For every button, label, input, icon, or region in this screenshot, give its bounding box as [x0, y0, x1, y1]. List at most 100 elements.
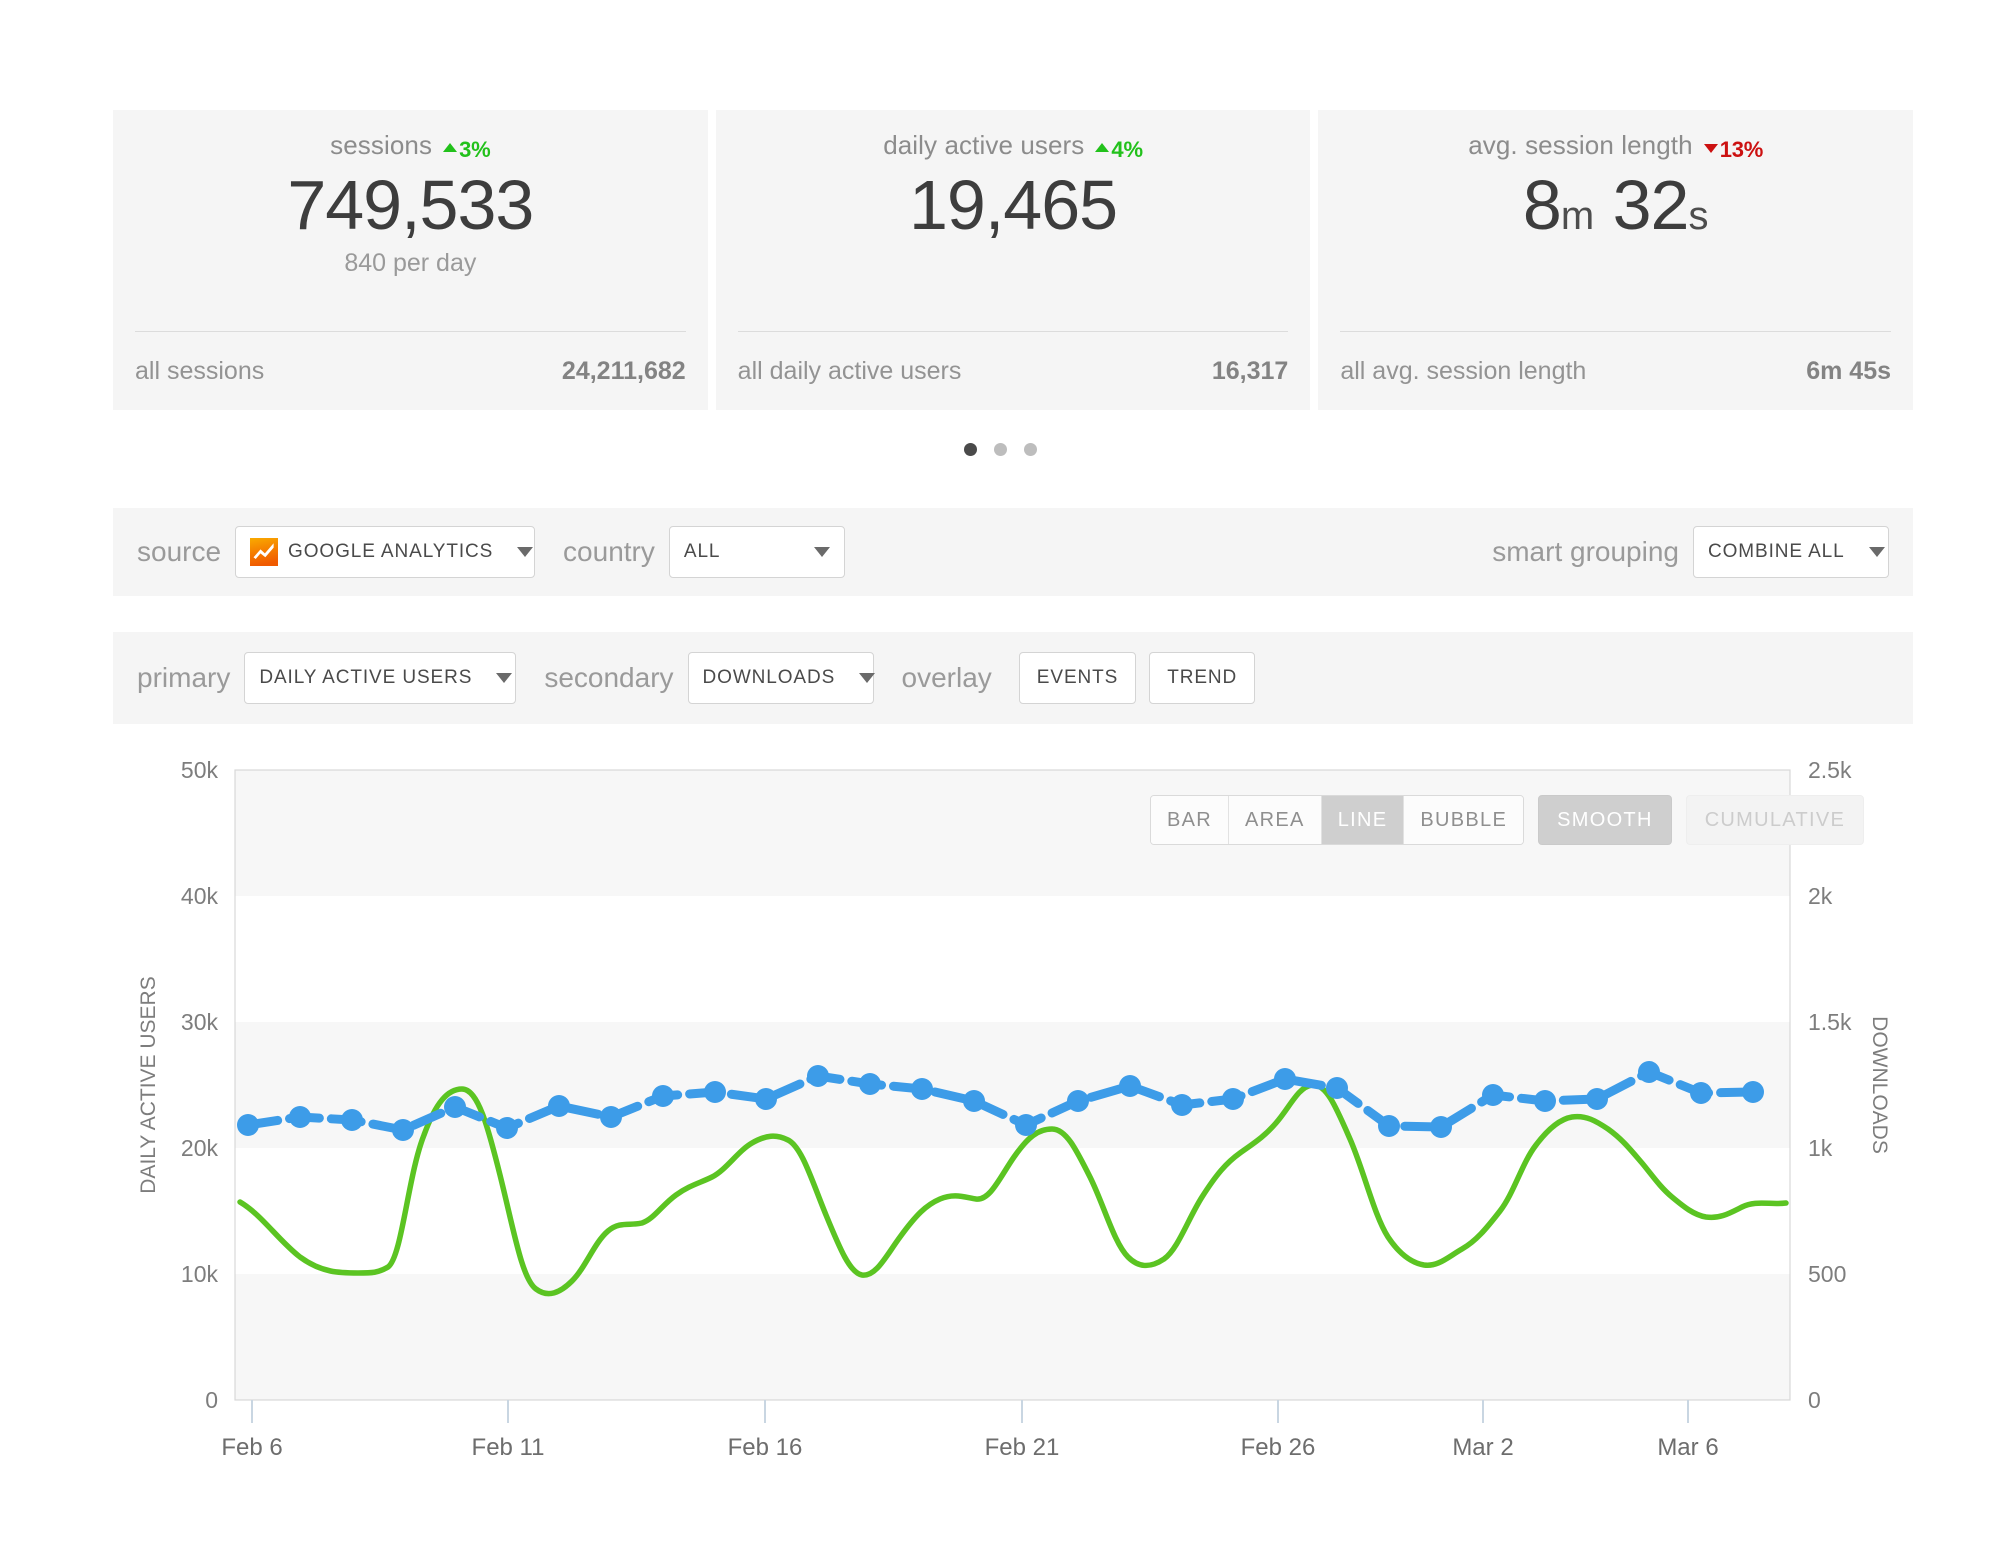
kpi-title-line: sessions 3% — [330, 130, 491, 163]
svg-text:30k: 30k — [181, 1009, 219, 1035]
svg-text:Mar 2: Mar 2 — [1452, 1434, 1513, 1461]
chart-smooth-toggle[interactable]: SMOOTH — [1538, 795, 1672, 845]
kpi-delta-badge: 4% — [1095, 136, 1143, 163]
svg-text:2.5k: 2.5k — [1808, 757, 1852, 783]
secondary-label: secondary — [544, 662, 674, 693]
kpi-value-seconds: 32 — [1612, 165, 1690, 244]
chart-y-axis-right-title: DOWNLOADS — [1868, 1016, 1891, 1154]
chart-cumulative-toggle[interactable]: CUMULATIVE — [1685, 795, 1865, 845]
svg-text:Feb 26: Feb 26 — [1241, 1434, 1316, 1461]
metrics-filter-bar: primary DAILY ACTIVE USERS secondary DOW… — [113, 632, 1913, 724]
kpi-footer-label: all daily active users — [737, 356, 962, 385]
svg-text:Feb 11: Feb 11 — [472, 1434, 545, 1461]
chart-y-axis-left-title: DAILY ACTIVE USERS — [137, 976, 160, 1193]
kpi-card-avg-session-length[interactable]: avg. session length 13% 8m 32s all avg. … — [1318, 110, 1914, 410]
chevron-down-icon — [1868, 547, 1885, 557]
kpi-delta-badge: 13% — [1703, 136, 1764, 163]
primary-label: primary — [137, 662, 231, 693]
triangle-up-icon — [443, 143, 458, 152]
chevron-down-icon — [859, 673, 876, 683]
chart-y-axis-right-ticks: 2.5k 2k 1.5k 1k 500 0 — [1808, 757, 1852, 1413]
chart-type-segmented-control: BAR AREA LINE BUBBLE — [1150, 795, 1525, 845]
chart-type-toggle-group: BAR AREA LINE BUBBLE SMOOTH CUMULATIVE — [1150, 795, 1865, 845]
kpi-footer-value: 24,211,682 — [561, 356, 686, 385]
chart-x-axis-labels: Feb 6 Feb 11 Feb 16 Feb 21 Feb 26 Mar 2 … — [221, 1434, 1718, 1461]
chevron-down-icon — [813, 547, 830, 557]
kpi-title: daily active users — [883, 130, 1085, 160]
svg-text:1.5k: 1.5k — [1808, 1009, 1852, 1035]
smart-grouping-select[interactable]: COMBINE ALL — [1693, 526, 1889, 578]
source-select[interactable]: GOOGLE ANALYTICS — [235, 526, 536, 578]
kpi-value-minutes: 8 — [1522, 165, 1562, 244]
overlay-events-button[interactable]: EVENTS — [1018, 652, 1137, 704]
source-select-value: GOOGLE ANALYTICS — [288, 541, 494, 562]
kpi-title: sessions — [330, 130, 433, 160]
svg-text:50k: 50k — [181, 757, 219, 783]
google-analytics-icon — [250, 538, 279, 566]
kpi-card-body: daily active users 4% 19,465 — [716, 110, 1311, 331]
country-select-value: ALL — [683, 541, 721, 562]
kpi-delta-value: 4% — [1111, 136, 1143, 162]
kpi-title: avg. session length — [1468, 130, 1693, 160]
kpi-card-body: sessions 3% 749,533 840 per day — [113, 110, 708, 331]
kpi-subtitle: 840 per day — [344, 249, 477, 277]
analytics-dashboard: sessions 3% 749,533 840 per day all sess… — [0, 0, 2000, 1550]
svg-text:40k: 40k — [181, 883, 219, 909]
overlay-trend-button[interactable]: TREND — [1149, 652, 1256, 704]
svg-text:10k: 10k — [181, 1261, 219, 1287]
chart-type-bubble-button[interactable]: BUBBLE — [1404, 796, 1524, 844]
triangle-down-icon — [1703, 144, 1718, 153]
kpi-footer-label: all sessions — [135, 356, 265, 385]
primary-metric-select[interactable]: DAILY ACTIVE USERS — [244, 652, 517, 704]
kpi-footer: all avg. session length 6m 45s — [1340, 331, 1892, 410]
overlay-label: overlay — [901, 662, 992, 693]
kpi-footer: all daily active users 16,317 — [737, 331, 1289, 410]
chart-type-bar-button[interactable]: BAR — [1151, 796, 1230, 844]
chart-type-area-button[interactable]: AREA — [1229, 796, 1322, 844]
kpi-value: 19,465 — [908, 165, 1118, 244]
kpi-footer-value: 16,317 — [1211, 356, 1289, 385]
kpi-card-body: avg. session length 13% 8m 32s — [1318, 110, 1913, 331]
kpi-delta-value: 3% — [459, 136, 491, 162]
country-label: country — [563, 536, 655, 567]
pager-dot-2[interactable] — [993, 443, 1007, 456]
chart-container: 50k 40k 30k 20k 10k 0 2.5k 2k 1.5k 1k 50… — [0, 745, 2000, 1485]
chevron-down-icon — [517, 547, 534, 557]
dual-axis-line-chart: 50k 40k 30k 20k 10k 0 2.5k 2k 1.5k 1k 50… — [137, 757, 1891, 1461]
svg-text:Feb 21: Feb 21 — [985, 1434, 1060, 1461]
chart-x-axis-ticks — [251, 1400, 1689, 1423]
kpi-card-sessions[interactable]: sessions 3% 749,533 840 per day all sess… — [113, 110, 708, 410]
kpi-value: 749,533 — [287, 165, 534, 244]
secondary-metric-select[interactable]: DOWNLOADS — [687, 652, 876, 704]
smart-grouping-label: smart grouping — [1492, 536, 1679, 567]
svg-text:Mar 6: Mar 6 — [1657, 1434, 1718, 1461]
kpi-delta-badge: 3% — [443, 136, 491, 163]
kpi-value: 8m 32s — [1522, 165, 1709, 244]
kpi-card-daily-active-users[interactable]: daily active users 4% 19,465 all daily a… — [715, 110, 1311, 410]
svg-text:0: 0 — [205, 1387, 218, 1413]
secondary-metric-value: DOWNLOADS — [702, 667, 836, 688]
svg-text:Feb 6: Feb 6 — [221, 1434, 282, 1461]
kpi-title-line: daily active users 4% — [883, 130, 1143, 163]
chart-plot-bands — [234, 769, 1791, 1401]
carousel-pager[interactable] — [0, 443, 2000, 456]
pager-dot-3[interactable] — [1023, 443, 1037, 456]
kpi-value-minutes-unit: m — [1560, 193, 1595, 238]
smart-grouping-value: COMBINE ALL — [1708, 541, 1845, 562]
triangle-up-icon — [1095, 143, 1110, 152]
kpi-title-line: avg. session length 13% — [1468, 130, 1763, 163]
svg-text:Feb 16: Feb 16 — [728, 1434, 803, 1461]
country-select[interactable]: ALL — [668, 526, 845, 578]
svg-text:500: 500 — [1808, 1261, 1846, 1287]
svg-text:0: 0 — [1808, 1387, 1821, 1413]
chart-type-line-button[interactable]: LINE — [1321, 796, 1405, 844]
svg-text:20k: 20k — [181, 1135, 219, 1161]
kpi-delta-value: 13% — [1719, 136, 1764, 162]
kpi-card-row: sessions 3% 749,533 840 per day all sess… — [113, 110, 1914, 410]
kpi-value-seconds-unit: s — [1688, 193, 1709, 238]
pager-dot-1[interactable] — [963, 443, 977, 456]
chevron-down-icon — [496, 673, 513, 683]
source-label: source — [137, 536, 222, 567]
kpi-footer: all sessions 24,211,682 — [135, 331, 686, 410]
chart-y-axis-left-ticks: 50k 40k 30k 20k 10k 0 — [181, 757, 219, 1413]
